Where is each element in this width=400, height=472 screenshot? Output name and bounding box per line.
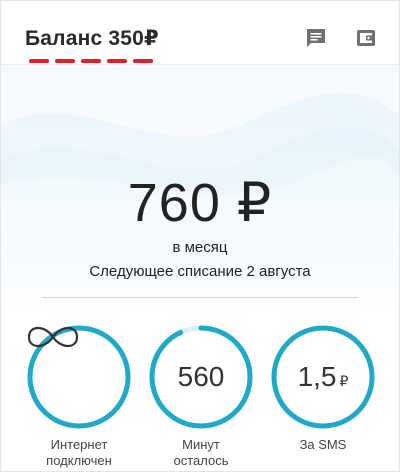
infinity-icon — [25, 323, 133, 431]
tariff-panel: 760 ₽ в месяц Следующее списание 2 авгус… — [1, 65, 399, 471]
sms-ring[interactable]: 1,5 ₽ — [269, 323, 377, 431]
header: Баланс 350₽ — [1, 1, 399, 65]
sms-value: 1,5 ₽ — [269, 323, 377, 431]
balance-title[interactable]: Баланс 350₽ — [25, 26, 159, 51]
tariff-price: 760 ₽ — [127, 173, 273, 233]
sms-label: За SMS — [299, 437, 347, 452]
wallet-icon[interactable] — [355, 27, 377, 49]
minutes-ring[interactable]: 560 — [147, 323, 255, 431]
internet-ring[interactable] — [25, 323, 133, 431]
balance-underline-decoration — [29, 59, 153, 63]
chat-icon[interactable] — [305, 27, 327, 49]
divider — [42, 297, 358, 298]
minutes-value: 560 — [177, 361, 225, 392]
sms-currency: ₽ — [339, 372, 349, 389]
tariff-period: в месяц — [172, 239, 228, 256]
internet-label: Интернет подключен — [46, 437, 112, 468]
minutes-label: Минут осталось — [173, 437, 229, 468]
next-charge-date: Следующее списание 2 августа — [89, 263, 311, 280]
sms-price: 1,5 — [297, 361, 337, 392]
app-window: Баланс 350₽ 760 ₽ в месяц Следующее спис… — [0, 0, 400, 472]
